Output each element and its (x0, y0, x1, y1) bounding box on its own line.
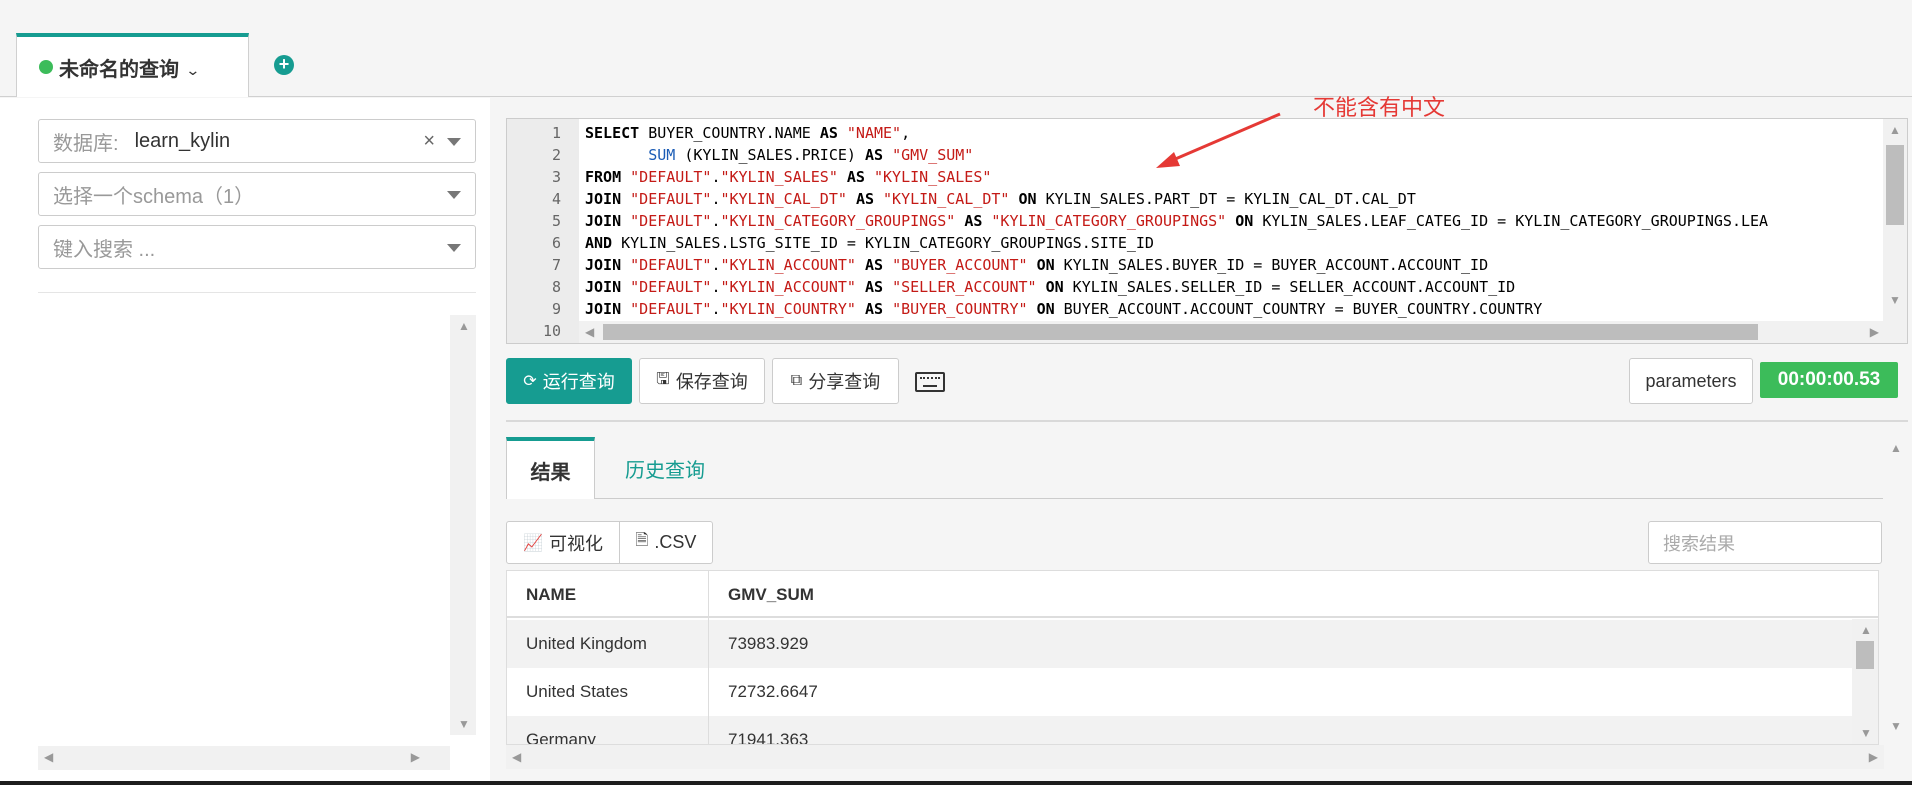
taskbar-edge (0, 781, 1912, 785)
column-divider (708, 571, 709, 744)
line-number: 1 (551, 124, 561, 142)
scroll-up-icon[interactable]: ▲ (1889, 123, 1901, 137)
parameters-button[interactable]: parameters (1629, 358, 1753, 404)
divider (38, 292, 476, 293)
file-icon: 🗎 (635, 532, 649, 549)
cell-name: United Kingdom (526, 634, 647, 653)
table-row: United States 72732.6647 (507, 668, 1854, 716)
export-csv-label: .CSV (654, 532, 697, 552)
column-header-gmv-sum[interactable]: GMV_SUM (728, 571, 814, 618)
results-horizontal-scrollbar[interactable]: ◀ ▶ (506, 745, 1884, 769)
results-vertical-scrollbar[interactable]: ▲ ▼ (1884, 437, 1908, 737)
table-vertical-scrollbar[interactable]: ▲ ▼ (1852, 619, 1878, 744)
keyboard-icon[interactable] (915, 372, 945, 392)
editor-horizontal-scrollbar[interactable]: ◀ ▶ (579, 321, 1885, 343)
editor-hscroll-thumb[interactable] (603, 324, 1758, 340)
query-tab-bar: 未命名的查询 ⌄ + (0, 0, 1912, 97)
tab-results[interactable]: 结果 (506, 437, 595, 499)
annotation-arrow (1156, 112, 1281, 168)
scroll-left-icon[interactable]: ◀ (44, 750, 53, 764)
scroll-down-icon[interactable]: ▼ (1889, 293, 1901, 307)
parameters-label: parameters (1645, 370, 1737, 391)
scroll-up-icon[interactable]: ▲ (1860, 623, 1872, 637)
cell-gmv-sum: 71941.363 (728, 730, 809, 745)
export-csv-button[interactable]: 🗎 .CSV (619, 521, 713, 564)
left-panel: 数据库: learn_kylin × 选择一个schema（1） 键入搜索 ..… (0, 98, 490, 785)
line-number: 5 (551, 212, 561, 230)
line-number: 8 (551, 278, 561, 296)
cell-gmv-sum: 72732.6647 (728, 682, 818, 701)
database-label: 数据库: (53, 132, 119, 155)
scroll-down-icon[interactable]: ▼ (1890, 719, 1902, 733)
table-header: NAME GMV_SUM (507, 571, 1878, 618)
save-query-button[interactable]: 🖫 保存查询 (639, 358, 765, 404)
scroll-right-icon[interactable]: ▶ (1869, 750, 1878, 764)
visualize-button[interactable]: 📈 可视化 (506, 521, 620, 564)
visualize-label: 可视化 (548, 533, 603, 554)
clear-icon[interactable]: × (423, 130, 435, 153)
tab-history[interactable]: 历史查询 (610, 437, 720, 499)
share-query-button[interactable]: ⧉ 分享查询 (772, 358, 899, 404)
scroll-up-icon[interactable]: ▲ (1890, 441, 1902, 455)
line-number: 9 (551, 300, 561, 318)
chevron-down-icon[interactable]: ⌄ (185, 62, 200, 79)
refresh-icon: ⟳ (523, 373, 537, 390)
copy-icon: ⧉ (790, 372, 803, 389)
scroll-up-icon[interactable]: ▲ (458, 319, 470, 333)
scroll-down-icon[interactable]: ▼ (1860, 726, 1872, 740)
floppy-icon: 🖫 (656, 370, 670, 388)
results-search-placeholder: 搜索结果 (1663, 533, 1735, 554)
divider (506, 420, 1908, 422)
schema-select[interactable]: 选择一个schema（1） (38, 172, 476, 216)
search-placeholder: 键入搜索 ... (53, 238, 156, 261)
results-search-input[interactable]: 搜索结果 (1648, 521, 1882, 564)
scroll-left-icon[interactable]: ◀ (512, 750, 521, 764)
run-query-button[interactable]: ⟳ 运行查询 (506, 358, 632, 404)
save-query-label: 保存查询 (675, 372, 748, 392)
cell-name: Germany (526, 730, 596, 745)
line-number: 4 (551, 190, 561, 208)
line-number: 6 (551, 234, 561, 252)
database-select[interactable]: 数据库: learn_kylin × (38, 119, 476, 163)
query-tab[interactable]: 未命名的查询 ⌄ (16, 33, 249, 97)
caret-down-icon[interactable] (447, 244, 461, 252)
caret-down-icon[interactable] (447, 191, 461, 199)
caret-down-icon[interactable] (447, 138, 461, 146)
editor-scroll-thumb[interactable] (1886, 145, 1904, 225)
table-row: United Kingdom 73983.929 (507, 620, 1854, 668)
add-tab-icon[interactable]: + (274, 55, 294, 75)
database-value: learn_kylin (134, 129, 231, 152)
query-tab-title: 未命名的查询 (59, 58, 179, 81)
results-table: NAME GMV_SUM United Kingdom 73983.929 Un… (506, 570, 1879, 745)
line-number: 7 (551, 256, 561, 274)
tree-vertical-scrollbar[interactable]: ▲ ▼ (450, 315, 476, 735)
cell-gmv-sum: 73983.929 (728, 634, 809, 653)
cell-name: United States (526, 682, 629, 701)
editor-gutter: 1 2 3 4 5 6 7 8 9 10 (507, 119, 579, 343)
tree-horizontal-scrollbar[interactable]: ◀ ▶ (38, 746, 450, 770)
tabs-underline (595, 498, 1883, 499)
scroll-down-icon[interactable]: ▼ (458, 717, 470, 731)
share-query-label: 分享查询 (808, 372, 881, 392)
scroll-right-icon[interactable]: ▶ (1870, 325, 1879, 339)
line-number: 3 (551, 168, 561, 186)
editor-vertical-scrollbar[interactable]: ▲ ▼ (1883, 119, 1907, 343)
status-dot-icon (39, 60, 53, 74)
schema-placeholder: 选择一个schema（1） (53, 185, 255, 208)
table-row: Germany 71941.363 (507, 716, 1854, 745)
table-search-select[interactable]: 键入搜索 ... (38, 225, 476, 269)
line-number: 10 (542, 322, 561, 340)
table-scroll-thumb[interactable] (1856, 641, 1874, 669)
line-chart-icon: 📈 (523, 534, 543, 552)
scroll-right-icon[interactable]: ▶ (411, 750, 420, 764)
run-query-label: 运行查询 (542, 372, 615, 392)
annotation-text: 不能含有中文 (1313, 96, 1446, 121)
elapsed-time-badge: 00:00:00.53 (1760, 362, 1898, 398)
line-number: 2 (551, 146, 561, 164)
scroll-left-icon[interactable]: ◀ (585, 325, 594, 339)
column-header-name[interactable]: NAME (526, 571, 576, 618)
